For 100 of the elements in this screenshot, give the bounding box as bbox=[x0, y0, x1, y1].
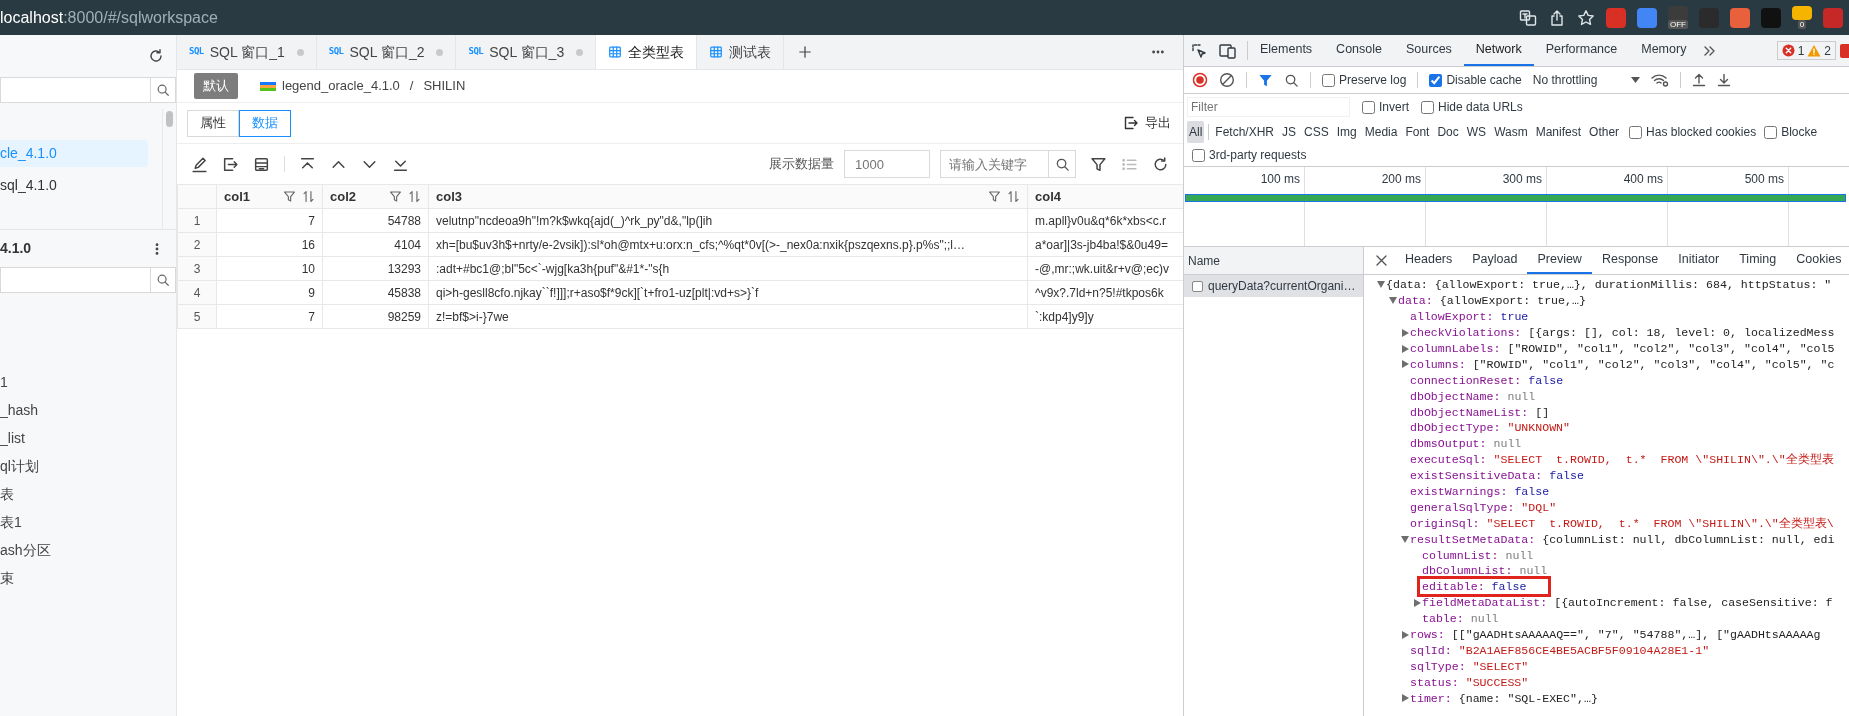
view-tab[interactable]: 属性 bbox=[187, 109, 239, 137]
row-limit-field[interactable]: 1000 bbox=[844, 150, 930, 178]
detail-tab[interactable]: Initiator bbox=[1668, 247, 1730, 274]
detail-tab[interactable]: Payload bbox=[1462, 247, 1528, 274]
search-icon[interactable] bbox=[1284, 72, 1299, 88]
tree-item[interactable]: ash分区 bbox=[0, 536, 176, 564]
tree-item[interactable]: 1 bbox=[0, 368, 176, 396]
column-header[interactable]: col3 bbox=[428, 184, 1028, 209]
filter-icon[interactable] bbox=[988, 190, 1001, 203]
search-button[interactable] bbox=[1048, 150, 1076, 178]
type-filter[interactable]: Img bbox=[1334, 121, 1359, 143]
tree-item[interactable]: 表1 bbox=[0, 508, 176, 536]
type-filter[interactable]: All bbox=[1187, 121, 1205, 143]
expand-arrow-icon[interactable] bbox=[1401, 328, 1409, 337]
extension-icon[interactable] bbox=[1792, 6, 1812, 20]
extension-icon[interactable] bbox=[1730, 7, 1750, 28]
sort-icon[interactable] bbox=[302, 190, 315, 203]
search-field[interactable] bbox=[0, 267, 150, 293]
type-filter[interactable]: Fetch/XHR bbox=[1213, 121, 1277, 143]
type-filter[interactable]: Font bbox=[1403, 121, 1432, 143]
detail-tab[interactable]: Preview bbox=[1527, 247, 1592, 274]
export-button[interactable]: 导出 bbox=[1123, 113, 1171, 133]
type-filter[interactable]: CSS bbox=[1302, 121, 1331, 143]
tab[interactable]: 测试表 bbox=[697, 35, 785, 69]
filter-icon[interactable] bbox=[1258, 72, 1273, 88]
type-filter[interactable]: JS bbox=[1280, 121, 1299, 143]
extension-icon[interactable] bbox=[1606, 7, 1626, 28]
devtools-tab[interactable]: Network bbox=[1463, 35, 1534, 66]
checkbox[interactable] bbox=[1192, 148, 1205, 162]
column-header[interactable]: col1 bbox=[216, 184, 323, 209]
devtools-tab[interactable]: Memory bbox=[1629, 35, 1699, 66]
checkbox[interactable] bbox=[1764, 125, 1778, 139]
tree-item[interactable]: _hash bbox=[0, 396, 176, 424]
record-icon[interactable] bbox=[1192, 72, 1208, 88]
scrollbar-thumb[interactable] bbox=[166, 111, 173, 127]
upload-icon[interactable] bbox=[1692, 73, 1707, 87]
clear-icon[interactable] bbox=[1219, 72, 1235, 88]
expand-arrow-icon[interactable] bbox=[1413, 598, 1421, 607]
expand-arrow-icon[interactable] bbox=[1401, 360, 1409, 369]
type-filter[interactable]: Wasm bbox=[1492, 121, 1530, 143]
checkbox[interactable] bbox=[1322, 73, 1335, 87]
filter-field[interactable]: Filter bbox=[1187, 97, 1350, 117]
sort-icon[interactable] bbox=[408, 190, 421, 203]
devtools-tab[interactable]: Elements bbox=[1248, 35, 1325, 66]
devtools-tab[interactable]: Sources bbox=[1394, 35, 1464, 66]
star-icon[interactable] bbox=[1577, 8, 1595, 27]
collapse-arrow-icon[interactable] bbox=[1377, 281, 1385, 289]
throttling-select[interactable]: No throttling bbox=[1532, 71, 1641, 89]
detail-tab[interactable]: Response bbox=[1591, 247, 1669, 274]
detail-tab[interactable]: Timing bbox=[1729, 247, 1787, 274]
download-icon[interactable] bbox=[1717, 73, 1732, 87]
type-filter[interactable]: WS bbox=[1464, 121, 1489, 143]
detail-tab[interactable]: Cookies bbox=[1786, 247, 1849, 274]
tree-item[interactable]: 表 bbox=[0, 480, 176, 508]
filter-icon[interactable] bbox=[389, 190, 402, 203]
devtools-tab[interactable]: Console bbox=[1324, 35, 1394, 66]
tab[interactable]: SQL SQL 窗口_1 bbox=[177, 35, 317, 69]
keyword-search-field[interactable]: 请输入关键字 bbox=[940, 150, 1048, 178]
collapse-arrow-icon[interactable] bbox=[1389, 297, 1397, 305]
extension-icon[interactable] bbox=[1637, 7, 1657, 28]
refresh-button[interactable] bbox=[148, 48, 164, 64]
collapse-arrow-icon[interactable] bbox=[1401, 535, 1409, 543]
type-filter[interactable]: Manifest bbox=[1533, 121, 1584, 143]
expand-arrow-icon[interactable] bbox=[1401, 344, 1409, 353]
checkbox[interactable] bbox=[1362, 100, 1375, 114]
search-field[interactable] bbox=[0, 77, 150, 103]
search-button[interactable] bbox=[150, 77, 176, 103]
sort-icon[interactable] bbox=[1007, 190, 1020, 203]
save-icon[interactable] bbox=[253, 155, 270, 173]
column-header[interactable]: col2 bbox=[322, 184, 429, 209]
detail-tab[interactable]: Headers bbox=[1395, 247, 1463, 274]
checkbox[interactable] bbox=[1629, 125, 1643, 139]
tree-item[interactable]: sql_4.1.0 bbox=[0, 172, 148, 199]
tree-item[interactable]: 束 bbox=[0, 564, 176, 592]
tree-item[interactable]: ql计划 bbox=[0, 452, 176, 480]
filter-icon[interactable] bbox=[283, 190, 296, 203]
tree-item[interactable]: _list bbox=[0, 424, 176, 452]
devtools-tab[interactable]: Performance bbox=[1533, 35, 1630, 66]
device-icon[interactable] bbox=[1219, 42, 1237, 59]
issues-icon[interactable] bbox=[1840, 43, 1849, 58]
expand-arrow-icon[interactable] bbox=[1401, 630, 1409, 639]
expand-arrow-icon[interactable] bbox=[1401, 694, 1409, 703]
checkbox[interactable] bbox=[1429, 73, 1443, 87]
tab[interactable]: SQL SQL 窗口_2 bbox=[316, 35, 457, 69]
filter-icon[interactable] bbox=[1090, 155, 1107, 173]
translate-icon[interactable] bbox=[1519, 8, 1537, 27]
type-filter[interactable]: Other bbox=[1587, 121, 1622, 143]
type-filter[interactable]: Media bbox=[1362, 121, 1400, 143]
export-icon[interactable] bbox=[222, 155, 239, 173]
tab[interactable]: 全类型表 bbox=[596, 35, 698, 69]
type-filter[interactable]: Doc bbox=[1435, 121, 1461, 143]
search-button[interactable] bbox=[150, 267, 176, 293]
refresh-icon[interactable] bbox=[1152, 155, 1169, 173]
checkbox[interactable] bbox=[1421, 100, 1434, 114]
column-header[interactable]: col4 bbox=[1027, 184, 1183, 209]
error-icon bbox=[1781, 44, 1795, 57]
network-settings-icon[interactable] bbox=[1651, 73, 1670, 87]
inspect-icon[interactable] bbox=[1191, 42, 1207, 59]
edit-icon[interactable] bbox=[191, 155, 208, 173]
share-icon[interactable] bbox=[1548, 8, 1566, 27]
